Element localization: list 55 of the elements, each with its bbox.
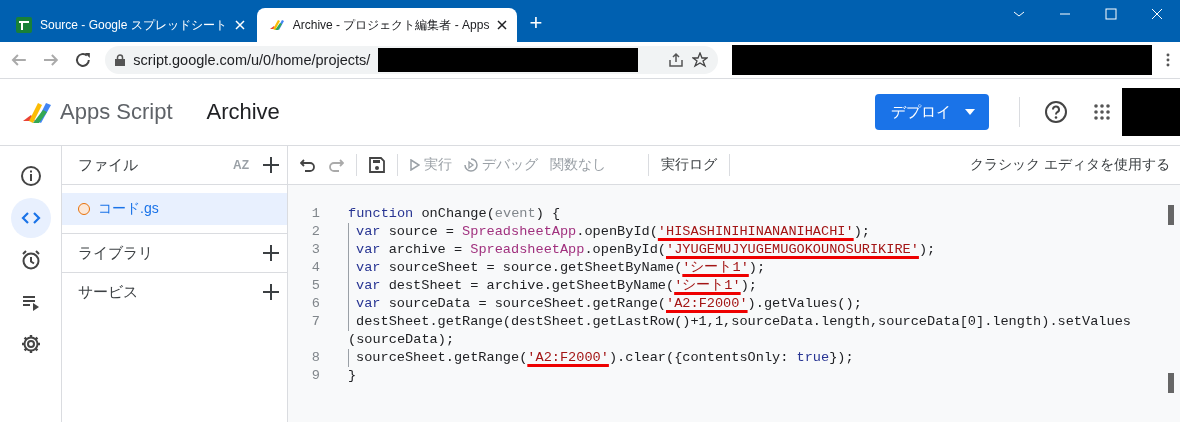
browser-tab[interactable]: Source - Google スプレッドシート <box>4 8 255 42</box>
code-line: var archive = SpreadsheetApp.openById('JYUGEMUJYUGEMUGOKOUNOSURIKIRE'); <box>348 241 936 259</box>
code-line: sourceSheet.getRange('A2:F2000').clear({contentsOnly: true}); <box>348 349 854 367</box>
line-number: 4 <box>310 259 320 277</box>
line-number: 5 <box>310 277 320 295</box>
line-number: 3 <box>310 241 320 259</box>
new-tab-button[interactable]: + <box>519 10 553 42</box>
line-number: 1 <box>310 205 320 223</box>
execution-log-button[interactable]: 実行ログ <box>661 156 717 174</box>
section-heading[interactable]: サービス <box>78 282 263 302</box>
more-icon[interactable] <box>1166 53 1170 67</box>
code-line: } <box>348 367 357 385</box>
share-icon[interactable] <box>668 52 685 68</box>
code-icon[interactable] <box>10 198 51 238</box>
add-icon[interactable] <box>263 284 279 300</box>
file-item[interactable]: コード.gs <box>62 193 287 225</box>
address-bar[interactable]: script.google.com/u/0/home/projects/ <box>105 46 719 74</box>
close-icon[interactable] <box>497 20 508 30</box>
spreadsheet-icon <box>16 17 32 33</box>
code-line: destSheet.getRange(destSheet.getLastRow()+1,1,sourceData.length,sourceData[0].length).setValues <box>348 313 1131 331</box>
debug-icon <box>464 158 478 172</box>
classic-editor-link[interactable]: クラシック エディタを使用する <box>970 156 1170 174</box>
code-line: var sourceData = sourceSheet.getRange('A2:F2000').getValues(); <box>348 295 862 313</box>
section-heading[interactable]: ライブラリ <box>78 243 263 263</box>
files-heading: ファイル <box>78 155 139 175</box>
help-icon[interactable] <box>1044 100 1068 124</box>
reload-icon[interactable] <box>73 51 92 69</box>
product-name: Apps Script <box>60 99 173 125</box>
caret-icon <box>965 109 975 115</box>
scrollbar-thumb[interactable] <box>1168 205 1174 225</box>
project-title[interactable]: Archive <box>206 99 875 125</box>
add-icon[interactable] <box>263 245 279 261</box>
code-line: (sourceData); <box>348 331 455 349</box>
line-number: 2 <box>310 223 320 241</box>
apps-grid-icon[interactable] <box>1094 104 1110 120</box>
code-line: var destSheet = archive.getSheetByName('シート1'); <box>348 277 757 295</box>
lock-icon <box>115 54 126 66</box>
line-number: 6 <box>310 295 320 313</box>
star-icon[interactable] <box>692 52 709 68</box>
code-line: var sourceSheet = source.getSheetByName('シート1'); <box>348 259 766 277</box>
play-icon <box>410 159 420 171</box>
save-icon[interactable] <box>369 157 385 173</box>
undo-icon[interactable] <box>300 158 316 172</box>
line-number: 7 <box>310 313 320 331</box>
code-line: var source = SpreadsheetApp.openById('HISASHINIHINANANIHACHI'); <box>348 223 870 241</box>
line-number: 9 <box>310 367 320 385</box>
colorful-logo-icon <box>268 17 285 33</box>
redaction-bar <box>1122 88 1180 136</box>
deploy-button[interactable]: デプロイ <box>875 94 989 130</box>
add-file-icon[interactable] <box>263 157 279 173</box>
browser-tab[interactable]: Archive - プロジェクト編集者 - Apps <box>256 8 518 42</box>
scroll-marker <box>1168 373 1174 393</box>
line-number: 8 <box>310 349 320 367</box>
code-line: function onChange(event) { <box>348 205 561 223</box>
code-editor[interactable] <box>288 185 1180 422</box>
